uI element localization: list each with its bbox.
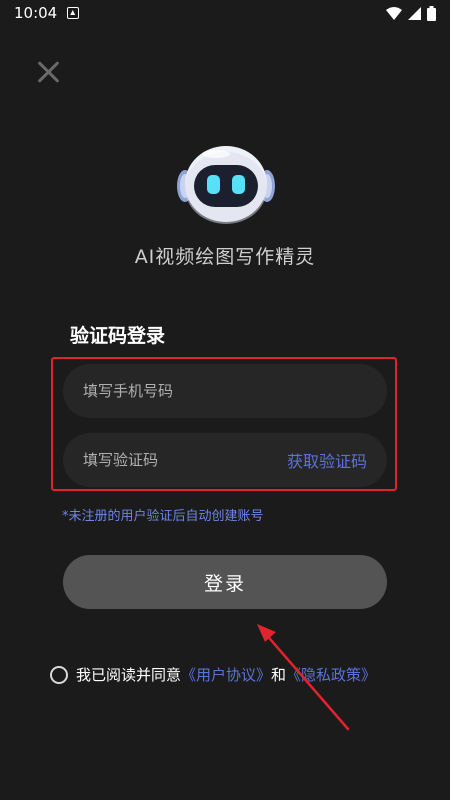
agree-checkbox[interactable] [50, 665, 68, 684]
login-section-title: 验证码登录 [70, 325, 166, 347]
status-bar: 10:04 [0, 0, 450, 26]
phone-field[interactable] [63, 364, 387, 418]
get-code-button[interactable]: 获取验证码 [287, 448, 367, 472]
agreement-and: 和 [271, 666, 287, 684]
login-button[interactable]: 登录 [63, 555, 387, 609]
wifi-icon [386, 6, 402, 20]
agreement-text: 我已阅读并同意 [76, 666, 182, 684]
registration-hint: *未注册的用户验证后自动创建账号 [62, 509, 264, 524]
phone-input[interactable] [81, 381, 367, 401]
agreement-row: 我已阅读并同意 《用户协议》 和 《隐私政策》 [50, 664, 376, 685]
close-button[interactable] [32, 56, 64, 88]
notification-icon [67, 7, 80, 19]
status-time: 10:04 [14, 4, 58, 22]
code-field[interactable]: 获取验证码 [63, 433, 387, 487]
app-logo-robot-icon [177, 146, 275, 224]
signal-icon [408, 6, 421, 20]
privacy-policy-link[interactable]: 《隐私政策》 [286, 664, 376, 685]
user-agreement-link[interactable]: 《用户协议》 [181, 664, 271, 685]
battery-icon [427, 5, 436, 21]
verification-code-input[interactable] [81, 450, 287, 470]
app-title: AI视频绘图写作精灵 [134, 246, 316, 268]
